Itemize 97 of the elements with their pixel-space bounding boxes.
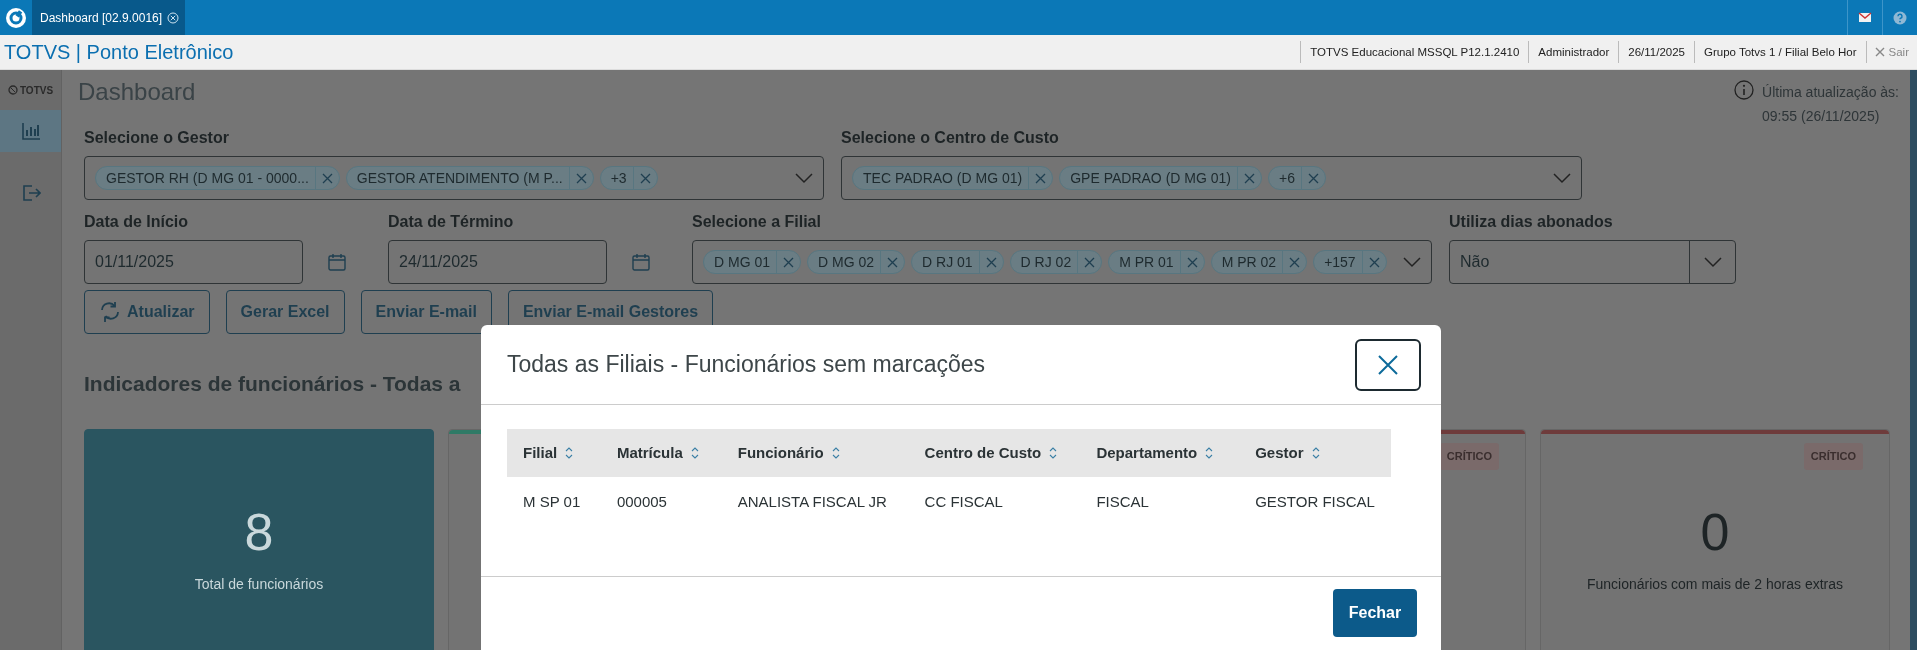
sort-icon[interactable] (690, 447, 699, 459)
field-label: Data de Término (388, 212, 515, 232)
action-button[interactable]: Enviar E-mail (360, 290, 492, 334)
remove-icon[interactable] (1244, 172, 1255, 184)
date-field[interactable]: 24/11/2025 (388, 240, 607, 284)
refresh-icon (99, 301, 121, 323)
chevron-icon[interactable] (795, 172, 813, 184)
sort-icon[interactable] (1205, 447, 1214, 459)
update-time: 09:55 (26/11/2025) (1762, 107, 1881, 126)
table-cell: GESTOR FISCAL (1239, 477, 1391, 527)
app-title: TOTVS | Ponto Eletrônico (3, 40, 234, 65)
action-button[interactable]: Atualizar (84, 290, 210, 334)
tag[interactable]: +3 (599, 166, 658, 190)
field-label: Data de Início (84, 212, 190, 232)
field-label: Selecione o Gestor (84, 128, 230, 148)
field-label: Utiliza dias abonados (1449, 212, 1614, 232)
status-badge: CRÍTICO (1439, 443, 1499, 470)
status-badge: CRÍTICO (1803, 443, 1863, 470)
remove-icon[interactable] (639, 172, 651, 184)
header-info: 26/11/2025 (1618, 41, 1694, 63)
header-info: Administrador (1528, 41, 1619, 63)
tag[interactable]: D MG 02 (807, 250, 906, 274)
tag[interactable]: M PR 02 (1210, 250, 1308, 274)
date-field[interactable]: 01/11/2025 (84, 240, 303, 284)
table-cell: M SP 01 (507, 477, 601, 527)
logo: TOTVS (0, 70, 61, 110)
close-button[interactable] (1355, 338, 1421, 391)
info-icon (1734, 80, 1755, 100)
calendar-icon[interactable] (328, 253, 346, 271)
header-info: Grupo Totvs 1 / Filial Belo Hor (1694, 41, 1866, 63)
tag[interactable]: GESTOR ATENDIMENTO (M P... (345, 166, 594, 190)
help-icon (1893, 10, 1907, 25)
logo-icon (5, 6, 27, 29)
column-header[interactable]: Gestor (1239, 429, 1391, 477)
table-cell: CC FISCAL (908, 477, 1081, 527)
column-header[interactable]: Matrícula (600, 429, 722, 477)
remove-icon[interactable] (985, 256, 997, 268)
column-header[interactable]: Departamento (1080, 429, 1240, 477)
close-icon (1874, 47, 1885, 57)
sidebar-item[interactable] (0, 110, 61, 152)
remove-icon[interactable] (321, 172, 333, 184)
column-header[interactable]: Filial (507, 429, 601, 477)
multi-select[interactable]: TEC PADRAO (D MG 01) GPE PADRAO (D MG 01) +6 (841, 156, 1582, 200)
tag[interactable]: D MG 01 (703, 250, 801, 274)
select-field[interactable]: Não (1449, 240, 1736, 284)
remove-icon[interactable] (1368, 256, 1380, 268)
remove-icon[interactable] (1289, 256, 1301, 268)
sort-icon[interactable] (1311, 447, 1320, 459)
page-title: Dashboard (78, 78, 196, 106)
indicator-caption: Funcionários com mais de 2 horas extras (1587, 575, 1843, 594)
sort-icon[interactable] (831, 447, 840, 459)
header-info: TOTVS Educacional MSSQL P12.1.2410 (1300, 41, 1529, 63)
tag[interactable]: GPE PADRAO (D MG 01) (1059, 166, 1262, 190)
remove-icon[interactable] (1186, 256, 1198, 268)
tag[interactable]: GESTOR RH (D MG 01 - 0000... (95, 166, 340, 190)
remove-icon[interactable] (1084, 256, 1096, 268)
multi-select[interactable]: D MG 01 D MG 02 D RJ 01 D RJ 02 M PR 01 M PR 02 +157 (692, 240, 1432, 284)
table-cell: 000005 (600, 477, 722, 527)
column-header[interactable]: Centro de Custo (908, 429, 1081, 477)
column-header[interactable]: Funcionário (721, 429, 909, 477)
remove-icon[interactable] (1307, 172, 1319, 184)
tab[interactable]: Dashboard [02.9.0016] (32, 0, 186, 35)
tag[interactable]: M PR 01 (1108, 250, 1205, 274)
tag[interactable]: +157 (1313, 250, 1387, 274)
remove-icon[interactable] (1035, 172, 1047, 184)
remove-icon[interactable] (783, 256, 794, 268)
chevron-icon (1703, 256, 1722, 268)
tag[interactable]: TEC PADRAO (D MG 01) (852, 166, 1054, 190)
indicator-value: 8 (244, 502, 274, 562)
close-icon[interactable] (167, 11, 180, 24)
field-label: Selecione o Centro de Custo (841, 128, 1060, 148)
dialog-title: Todas as Filiais - Funcionários sem marcações (507, 350, 986, 380)
remove-icon[interactable] (575, 172, 587, 184)
indicator-caption: Total de funcionários (194, 575, 324, 594)
logo-icon (7, 85, 18, 95)
update-label: Última atualização às: (1762, 83, 1899, 102)
table-cell: FISCAL (1080, 477, 1240, 527)
close-icon (1378, 354, 1398, 375)
indicator-value: 0 (1700, 502, 1730, 562)
table-cell: ANALISTA FISCAL JR (721, 477, 909, 527)
close-button[interactable]: Fechar (1333, 589, 1417, 637)
sort-icon[interactable] (565, 447, 574, 459)
mail-icon (1858, 11, 1872, 24)
multi-select[interactable]: GESTOR RH (D MG 01 - 0000... GESTOR ATENDIMENTO (M P... +3 (84, 156, 824, 200)
field-label: Selecione a Filial (692, 212, 822, 232)
action-button[interactable]: Gerar Excel (225, 290, 345, 334)
tag[interactable]: +6 (1268, 166, 1326, 190)
bar-chart-icon (20, 121, 41, 141)
logout-icon (20, 183, 41, 203)
sort-icon[interactable] (1049, 447, 1058, 459)
section-title: Indicadores de funcionários - Todas a (84, 371, 461, 397)
tag[interactable]: D RJ 01 (911, 250, 1004, 274)
remove-icon[interactable] (887, 256, 899, 268)
chevron-icon[interactable] (1403, 256, 1421, 268)
calendar-icon[interactable] (632, 253, 650, 271)
tag[interactable]: D RJ 02 (1009, 250, 1103, 274)
chevron-icon[interactable] (1553, 172, 1571, 184)
